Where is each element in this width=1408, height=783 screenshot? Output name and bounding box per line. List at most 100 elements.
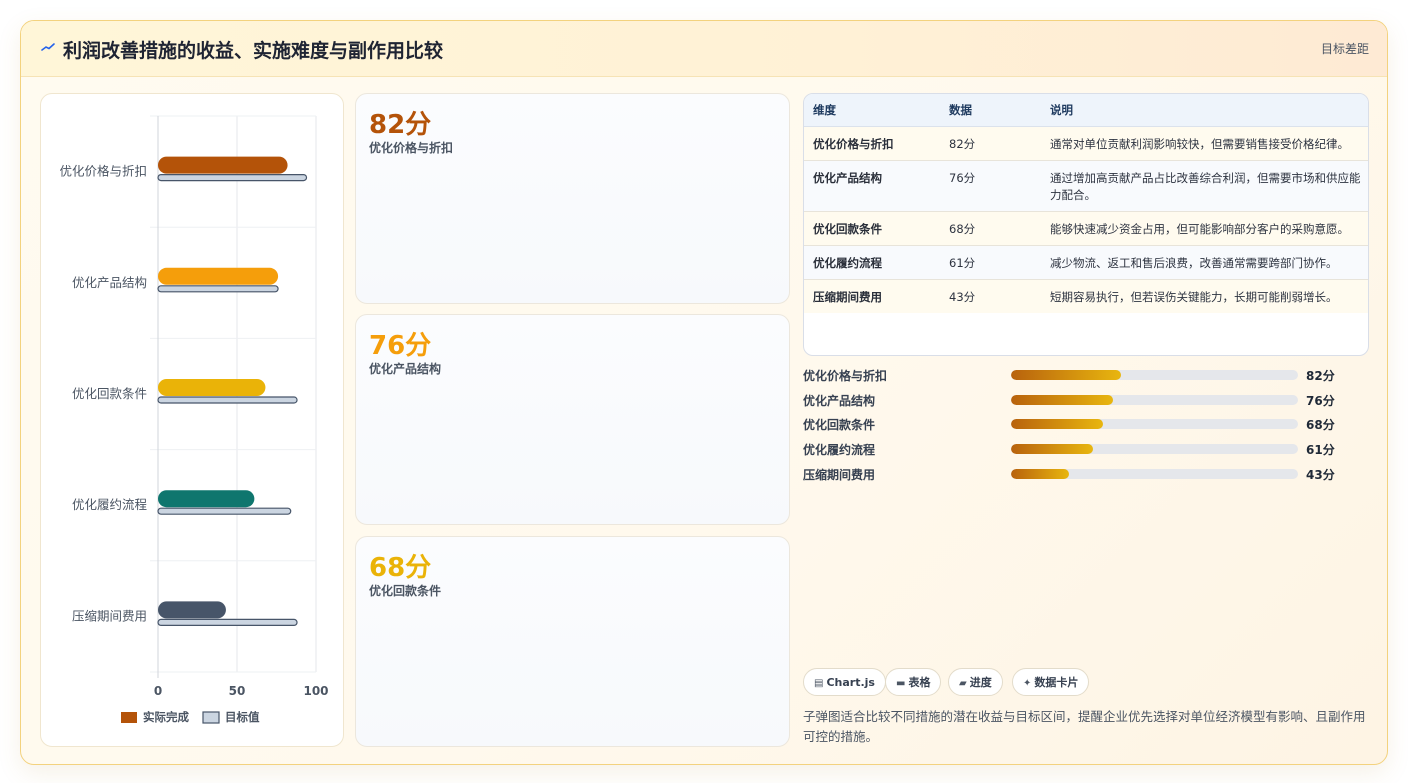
table-cell-data: 61分 (940, 245, 1041, 280)
progress-fill (1011, 394, 1114, 405)
stat-label: 优化产品结构 (369, 362, 442, 376)
progress-icon: ▰ (959, 678, 967, 689)
table-cell-note: 通常对单位贡献利润影响较快，但需要销售接受价格纪律。 (1041, 126, 1368, 161)
target-bar (157, 618, 298, 627)
actual-bar (158, 267, 279, 285)
table-row: 优化价格与折扣 82分 通常对单位贡献利润影响较快，但需要销售接受价格纪律。 (804, 126, 1368, 161)
table-cell-dimension: 优化价格与折扣 (804, 126, 940, 161)
table-header-cell: 数据 (940, 94, 1041, 127)
progress-value: 68分 (1306, 418, 1335, 432)
progress-fill (1011, 444, 1094, 454)
page-title: 利润改善措施的收益、实施难度与副作用比较 (63, 40, 444, 62)
tag-data-card[interactable]: ✦ 数据卡片 (1012, 668, 1090, 696)
target-bar (157, 396, 298, 404)
table-cell-data: 43分 (940, 279, 1041, 313)
tag-label: Chart.js (826, 676, 875, 689)
table-cell-dimension: 优化回款条件 (804, 211, 940, 246)
bullet-chart: 优化价格与折扣优化产品结构优化回款条件优化履约流程压缩期间费用 0 50 100 实际完… (59, 115, 329, 724)
table-row: 优化回款条件 68分 能够快速减少资金占用，但可能影响部分客户的采购意愿。 (804, 211, 1368, 246)
legend-swatch-actual (121, 712, 137, 723)
tag-label: 进度 (969, 676, 992, 689)
table-icon: ▬ (896, 678, 906, 689)
category-label: 优化产品结构 (72, 275, 147, 290)
progress-track (1011, 444, 1298, 454)
progress-track (1011, 419, 1298, 429)
legend-label: 实际完成 (143, 710, 189, 724)
legend-swatch-target (202, 711, 220, 724)
table-cell-data: 76分 (940, 160, 1041, 212)
progress-label: 压缩期间费用 (803, 468, 876, 482)
x-tick-label: 0 (154, 684, 162, 698)
target-bar (157, 173, 308, 182)
category-label: 优化履约流程 (72, 497, 148, 512)
stat-value: 68分 (369, 553, 432, 583)
stat-card: 68分 优化回款条件 (355, 536, 790, 747)
table-cell-dimension: 优化产品结构 (804, 160, 940, 212)
table-header-cell: 说明 (1041, 94, 1368, 127)
progress-value: 82分 (1306, 369, 1335, 383)
table-cell-data: 68分 (940, 211, 1041, 246)
progress-value: 43分 (1306, 468, 1335, 482)
category-label: 优化回款条件 (72, 386, 147, 401)
progress-track (1011, 469, 1298, 479)
table-cell-dimension: 压缩期间费用 (804, 279, 940, 313)
stat-value: 76分 (369, 331, 432, 361)
table-header-cell: 维度 (804, 94, 940, 127)
progress-label: 优化回款条件 (803, 418, 876, 432)
description-text: 子弹图适合比较不同措施的潜在收益与目标区间，提醒企业优先选择对单位经济模型有影响… (803, 709, 1366, 744)
progress-track (1011, 394, 1298, 405)
progress-fill (1011, 419, 1103, 429)
progress-row: 优化产品结构 76分 (803, 390, 1363, 410)
x-tick-label: 100 (303, 684, 328, 698)
table-row: 优化产品结构 76分 通过增加高贡献产品占比改善综合利润，但需要市场和供应能力配… (804, 160, 1368, 212)
chart-icon: ▤ (814, 678, 824, 689)
progress-value: 76分 (1306, 393, 1335, 408)
stat-label: 优化回款条件 (369, 584, 442, 598)
x-tick-label: 50 (229, 684, 246, 698)
table-header-row: 维度 数据 说明 (804, 94, 1368, 127)
target-bar (157, 285, 279, 293)
actual-bar (158, 156, 288, 174)
tag-progress[interactable]: ▰ 进度 (948, 668, 1003, 696)
table-cell-note: 能够快速减少资金占用，但可能影响部分客户的采购意愿。 (1041, 211, 1368, 246)
progress-fill (1011, 370, 1122, 380)
target-bar (157, 507, 292, 515)
tag-label: 数据卡片 (1034, 676, 1079, 689)
header-bar: 利润改善措施的收益、实施难度与副作用比较 目标差距 (21, 21, 1387, 77)
progress-row: 优化履约流程 61分 (803, 439, 1363, 459)
progress-row: 优化回款条件 68分 (803, 414, 1363, 434)
table-cell-dimension: 优化履约流程 (804, 245, 940, 280)
stat-card: 76分 优化产品结构 (355, 314, 790, 525)
progress-track (1011, 370, 1298, 380)
bullet-chart-card: 优化价格与折扣优化产品结构 优化回款条件 优化履约流程 压缩期间费用 0 50 100 实际完… (40, 93, 344, 747)
progress-value: 61分 (1306, 443, 1335, 457)
stat-value: 82分 (369, 110, 432, 140)
chart-line-icon (41, 43, 55, 51)
tag-table[interactable]: ▬ 表格 (885, 668, 942, 696)
progress-fill (1011, 469, 1069, 479)
table-cell-data: 82分 (940, 126, 1041, 161)
stat-card: 82分 优化价格与折扣 (355, 93, 790, 304)
table-cell-note: 通过增加高贡献产品占比改善综合利润，但需要市场和供应能力配合。 (1041, 160, 1368, 212)
progress-row: 压缩期间费用 43分 (803, 464, 1363, 484)
actual-bar (158, 601, 226, 619)
category-label: 压缩期间费用 (72, 608, 147, 623)
stat-label: 优化价格与折扣 (369, 141, 454, 155)
target-gap-link[interactable]: 目标差距 (1321, 40, 1369, 57)
tag-label: 表格 (908, 676, 931, 689)
actual-bar (158, 490, 255, 508)
progress-label: 优化产品结构 (803, 393, 876, 408)
tag-chartjs[interactable]: ▤ Chart.js (803, 668, 886, 696)
table-cell-note: 减少物流、返工和售后浪费，改善通常需要跨部门协作。 (1041, 245, 1368, 280)
category-label: 优化价格与折扣 (59, 164, 147, 179)
progress-row: 优化价格与折扣 82分 (803, 365, 1363, 385)
progress-label: 优化价格与折扣 (803, 369, 888, 383)
actual-bar (158, 379, 266, 396)
dashboard-frame: 利润改善措施的收益、实施难度与副作用比较 目标差距 优化价格与折扣 优化产品结构优… (20, 20, 1388, 765)
data-table: 维度 数据 说明 优化价格与折扣 82分 通常对单位贡献利润影响较快，但需要销售… (803, 93, 1369, 356)
legend-label: 目标值 (225, 710, 260, 724)
table-cell-note: 短期容易执行，但若误伤关键能力，长期可能削弱增长。 (1041, 279, 1368, 313)
table-row: 压缩期间费用 43分 短期容易执行，但若误伤关键能力，长期可能削弱增长。 (804, 279, 1368, 313)
sparkle-icon: ✦ (1023, 678, 1032, 689)
progress-label: 优化履约流程 (803, 443, 876, 457)
